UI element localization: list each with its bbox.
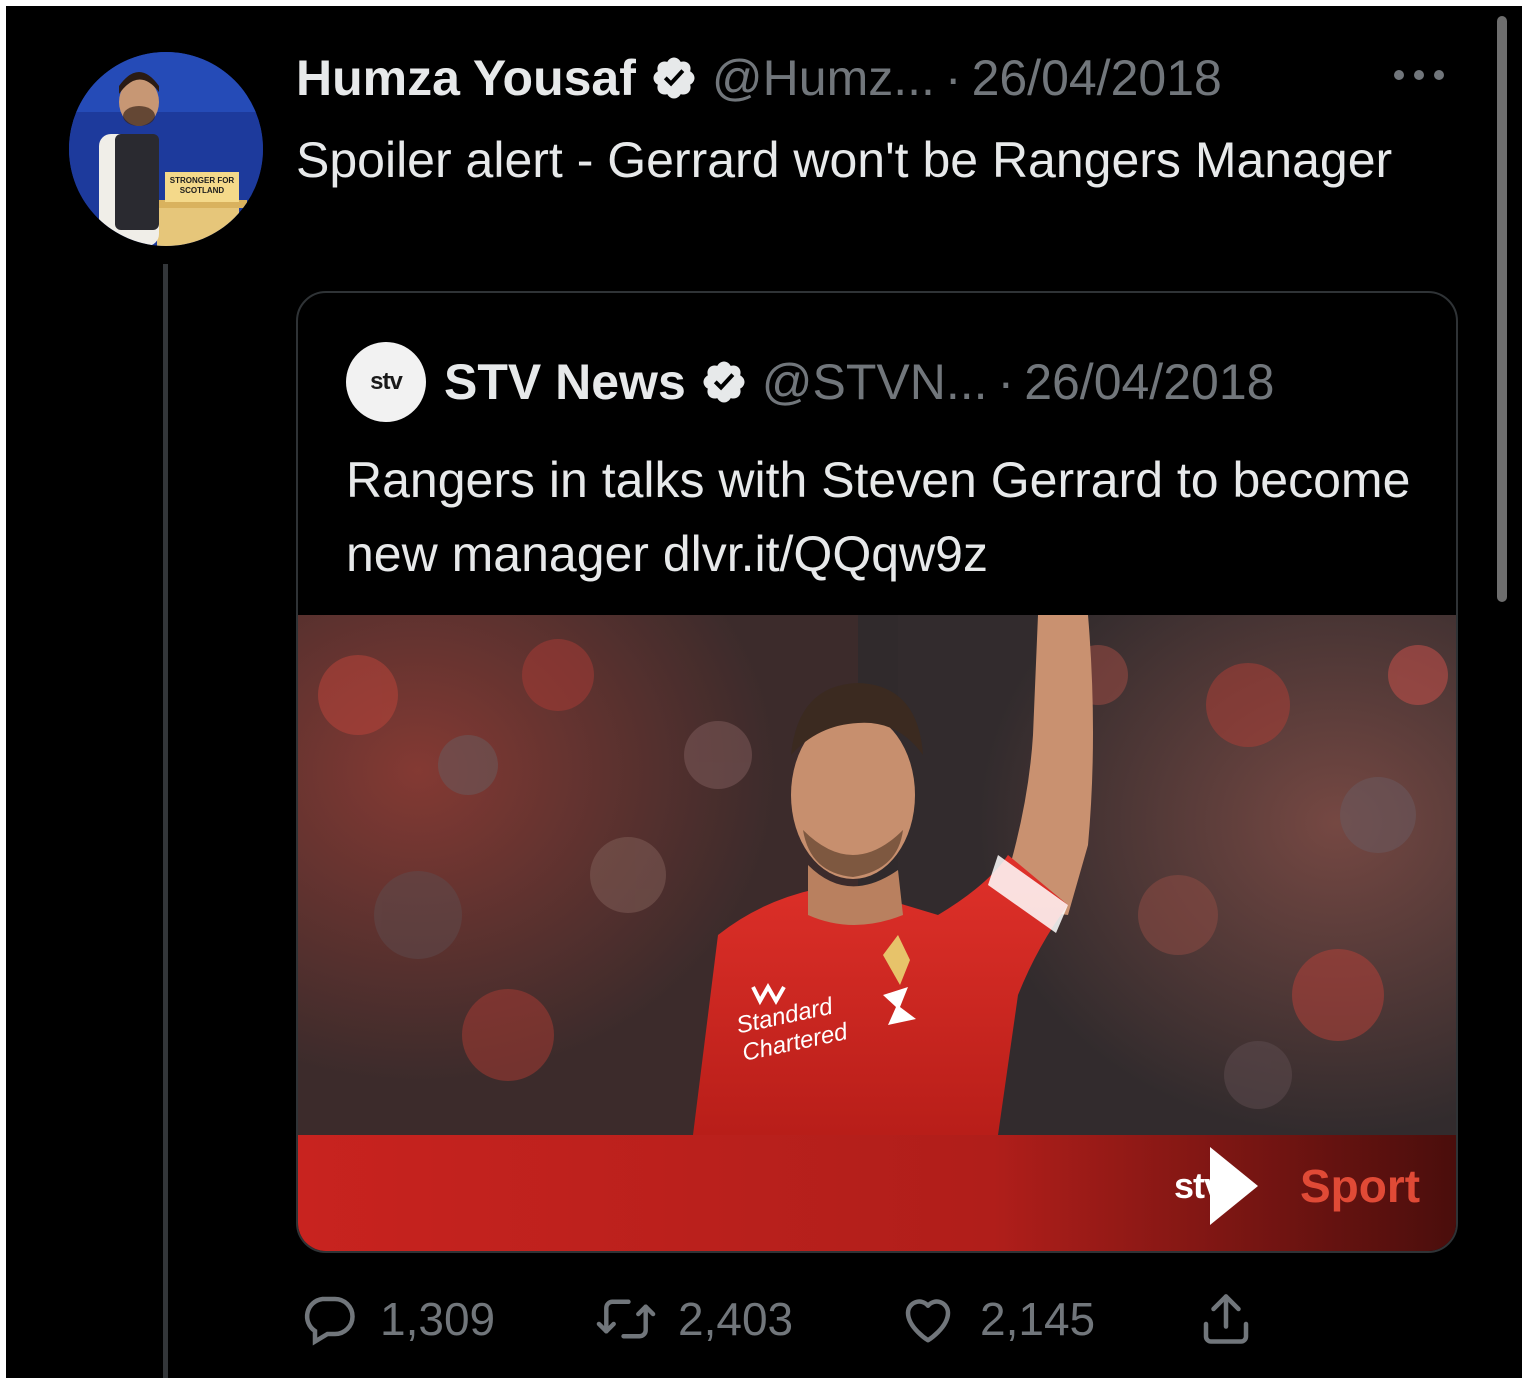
stv-logo-text: stv: [370, 368, 403, 395]
quoted-tweet-date[interactable]: 26/04/2018: [1024, 353, 1274, 411]
reply-icon: [304, 1296, 355, 1346]
tweet-header: Humza Yousaf @Humz... · 26/04/2018: [296, 46, 1222, 110]
quoted-tweet-card[interactable]: stv STV News @STVN... · 26/04/2018 Range…: [296, 291, 1458, 1253]
tweet-text: Spoiler alert - Gerrard won't be Rangers…: [296, 132, 1393, 188]
verified-badge-icon: [653, 57, 695, 99]
quoted-header-separator: ·: [997, 354, 1015, 410]
retweet-count: 2,403: [678, 1293, 794, 1345]
heart-icon: [905, 1299, 951, 1343]
shirt-brand-text: W: [752, 975, 753, 976]
share-button[interactable]: [1196, 1289, 1256, 1349]
verified-badge-icon: [703, 361, 745, 403]
header-separator: ·: [944, 50, 962, 106]
reply-count: 1,309: [380, 1293, 496, 1345]
avatar-photo: [69, 52, 263, 246]
retweet-icon: [596, 1299, 656, 1339]
like-button[interactable]: 2,145: [896, 1289, 1095, 1349]
author-handle[interactable]: @Humz...: [712, 49, 935, 107]
quoted-author-avatar[interactable]: stv: [346, 342, 426, 422]
author-avatar[interactable]: STRONGER FOR SCOTLAND: [69, 52, 263, 246]
avatar-sign-text: STRONGER FOR SCOTLAND: [169, 176, 235, 195]
tweet-date[interactable]: 26/04/2018: [972, 49, 1222, 107]
banner-logo-text: stv: [1174, 1165, 1224, 1206]
tweet-actions: 1,309 2,403 2,145: [296, 1289, 1296, 1349]
media-photo: [298, 615, 1456, 1251]
tweet-screen: STRONGER FOR SCOTLAND Humza Yousaf @Humz…: [6, 6, 1522, 1378]
quoted-tweet-media[interactable]: W Standard Chartered stv Sport: [298, 615, 1456, 1251]
like-count: 2,145: [980, 1293, 1096, 1345]
share-icon: [1203, 1294, 1249, 1344]
thread-line: [163, 264, 168, 1378]
reply-button[interactable]: 1,309: [300, 1289, 495, 1349]
author-name[interactable]: Humza Yousaf: [296, 49, 636, 107]
scrollbar[interactable]: [1497, 16, 1507, 602]
quoted-author-name[interactable]: STV News: [444, 353, 686, 411]
banner-label: Sport: [1300, 1160, 1421, 1212]
quoted-tweet-header: stv STV News @STVN... · 26/04/2018: [346, 341, 1274, 423]
retweet-button[interactable]: 2,403: [594, 1289, 793, 1349]
more-options-icon[interactable]: [1389, 60, 1449, 90]
quoted-author-handle[interactable]: @STVN...: [762, 353, 988, 411]
quoted-tweet-text: Rangers in talks with Steven Gerrard to …: [346, 452, 1411, 582]
